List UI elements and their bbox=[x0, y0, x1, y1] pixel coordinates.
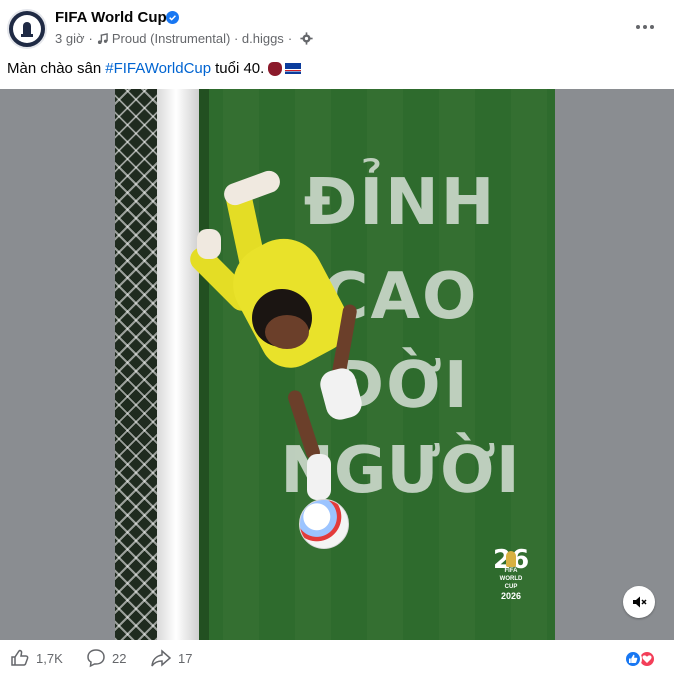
post-header: FIFA World Cup 3 giờ · Proud (Instrument… bbox=[0, 0, 674, 56]
comment-count: 22 bbox=[112, 650, 127, 666]
thumbs-up-icon bbox=[11, 649, 29, 666]
hashtag-link[interactable]: #FIFAWorldCup bbox=[105, 60, 211, 77]
post-media[interactable]: ĐỈNH CAO ĐỜI NGƯỜI 26 FIFA WORLD CUP 202… bbox=[0, 89, 674, 640]
cape-verde-flag-icon bbox=[285, 63, 302, 74]
headline-line-4: NGƯỜI bbox=[280, 434, 520, 508]
fifa-logo-icon bbox=[13, 15, 41, 43]
reaction-summary[interactable] bbox=[624, 650, 662, 668]
share-button[interactable]: 17 bbox=[150, 648, 192, 668]
football bbox=[299, 499, 349, 549]
keeper-face bbox=[265, 315, 309, 349]
audio-track[interactable]: Proud (Instrumental) · d.higgs bbox=[112, 31, 284, 46]
share-arrow-icon bbox=[151, 649, 172, 667]
privacy-settings-icon[interactable] bbox=[300, 32, 313, 45]
more-dot-icon bbox=[643, 25, 647, 29]
post-meta: 3 giờ · Proud (Instrumental) · d.higgs · bbox=[55, 31, 313, 46]
comment-button[interactable]: 22 bbox=[86, 648, 126, 668]
post-time[interactable]: 3 giờ bbox=[55, 31, 85, 46]
keeper-glove bbox=[307, 454, 331, 500]
comment-bubble-icon bbox=[87, 649, 105, 668]
caption-text-end: tuổi 40. bbox=[215, 60, 265, 77]
like-count: 1,7K bbox=[36, 650, 63, 666]
logo-world-cup: WORLD CUP bbox=[499, 576, 523, 590]
goal-post bbox=[157, 89, 199, 640]
headline-line-1: ĐỈNH bbox=[303, 166, 497, 240]
share-count: 17 bbox=[178, 650, 193, 666]
logo-year: 2026 bbox=[500, 591, 522, 601]
post-caption: Màn chào sân #FIFAWorldCup tuổi 40. bbox=[7, 60, 302, 77]
speaker-muted-icon bbox=[633, 596, 647, 608]
verified-badge-icon bbox=[166, 11, 179, 24]
world-cup-2026-logo: 26 FIFA WORLD CUP 2026 bbox=[493, 547, 529, 615]
like-reaction-icon bbox=[624, 650, 642, 668]
page-avatar[interactable] bbox=[7, 9, 47, 49]
keeper-boot bbox=[197, 229, 221, 259]
poster-image: ĐỈNH CAO ĐỜI NGƯỜI 26 FIFA WORLD CUP 202… bbox=[115, 89, 555, 640]
caption-text: Màn chào sân bbox=[7, 60, 102, 77]
trophy-icon bbox=[506, 551, 516, 567]
boxing-glove-emoji-icon bbox=[268, 61, 283, 76]
more-dot-icon bbox=[636, 25, 640, 29]
mute-button[interactable] bbox=[623, 586, 655, 618]
more-options-button[interactable] bbox=[628, 14, 662, 40]
like-button[interactable]: 1,7K bbox=[10, 648, 63, 668]
post-actions: 1,7K 22 17 bbox=[0, 640, 674, 680]
more-dot-icon bbox=[650, 25, 654, 29]
music-note-icon bbox=[97, 32, 108, 44]
page-name[interactable]: FIFA World Cup bbox=[55, 9, 167, 26]
goal-net bbox=[115, 89, 157, 640]
